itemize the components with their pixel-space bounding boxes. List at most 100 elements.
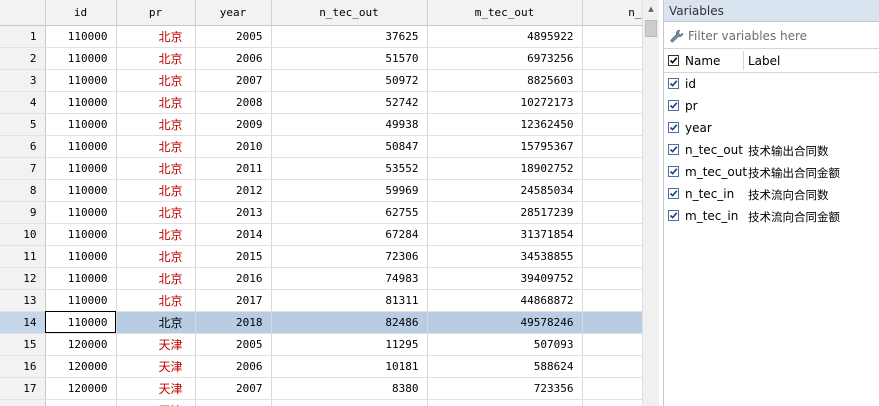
cell-id[interactable]: 120000 bbox=[45, 333, 117, 356]
column-header-n-tec-in-partial[interactable]: n_ bbox=[582, 0, 642, 26]
cell-n-tec-in[interactable] bbox=[582, 69, 642, 92]
vertical-scrollbar[interactable]: ▲ bbox=[642, 0, 659, 406]
row-number[interactable] bbox=[0, 399, 46, 406]
cell-id[interactable]: 110000 bbox=[45, 267, 117, 290]
cell-n-tec-out[interactable]: 52742 bbox=[271, 91, 428, 114]
cell-pr[interactable]: 北京 bbox=[116, 223, 196, 246]
row-number[interactable]: 10 bbox=[0, 223, 46, 246]
cell-id[interactable] bbox=[45, 399, 117, 406]
label-column-header[interactable]: Label bbox=[748, 54, 780, 68]
cell-year[interactable]: 2008 bbox=[195, 91, 272, 114]
cell-pr[interactable]: 北京 bbox=[116, 25, 196, 48]
cell-pr[interactable]: 北京 bbox=[116, 69, 196, 92]
row-number[interactable]: 17 bbox=[0, 377, 46, 400]
cell-id[interactable]: 110000 bbox=[45, 201, 117, 224]
cell-n-tec-in[interactable] bbox=[582, 201, 642, 224]
cell-m-tec-out[interactable]: 49578246 bbox=[427, 311, 583, 334]
cell-pr[interactable]: 北京 bbox=[116, 201, 196, 224]
cell-year[interactable]: 2005 bbox=[195, 333, 272, 356]
cell-n-tec-in[interactable] bbox=[582, 377, 642, 400]
table-row[interactable]: 15 120000 天津 2005 11295 507093 bbox=[0, 333, 642, 356]
column-header-id[interactable]: id bbox=[45, 0, 117, 26]
cell-m-tec-out[interactable]: 39409752 bbox=[427, 267, 583, 290]
row-number[interactable]: 4 bbox=[0, 91, 46, 114]
cell-n-tec-in[interactable] bbox=[582, 245, 642, 268]
row-number[interactable]: 5 bbox=[0, 113, 46, 136]
cell-m-tec-out[interactable]: 31371854 bbox=[427, 223, 583, 246]
cell-pr[interactable]: 北京 bbox=[116, 157, 196, 180]
cell-n-tec-in[interactable] bbox=[582, 399, 642, 406]
table-row[interactable]: 14 110000 北京 2018 82486 49578246 bbox=[0, 311, 642, 334]
cell-m-tec-out[interactable]: 10272173 bbox=[427, 91, 583, 114]
cell-id[interactable]: 110000 bbox=[45, 135, 117, 158]
column-header-n-tec-out[interactable]: n_tec_out bbox=[271, 0, 428, 26]
cell-pr[interactable]: 天津 bbox=[116, 399, 196, 406]
row-number[interactable]: 14 bbox=[0, 311, 46, 334]
cell-id[interactable]: 110000 bbox=[45, 69, 117, 92]
table-row[interactable]: 16 120000 天津 2006 10181 588624 bbox=[0, 355, 642, 378]
cell-id[interactable]: 110000 bbox=[45, 47, 117, 70]
row-number[interactable]: 15 bbox=[0, 333, 46, 356]
row-number[interactable]: 12 bbox=[0, 267, 46, 290]
cell-n-tec-out[interactable]: 72306 bbox=[271, 245, 428, 268]
cell-year[interactable]: 2012 bbox=[195, 179, 272, 202]
cell-pr[interactable]: 北京 bbox=[116, 135, 196, 158]
wrench-icon[interactable] bbox=[670, 28, 684, 43]
cell-n-tec-in[interactable] bbox=[582, 47, 642, 70]
cell-n-tec-out[interactable]: 10181 bbox=[271, 355, 428, 378]
cell-year[interactable]: 2018 bbox=[195, 311, 272, 334]
table-row[interactable]: 5 110000 北京 2009 49938 12362450 bbox=[0, 113, 642, 136]
cell-id[interactable]: 120000 bbox=[45, 355, 117, 378]
table-row[interactable]: 9 110000 北京 2013 62755 28517239 bbox=[0, 201, 642, 224]
cell-n-tec-in[interactable] bbox=[582, 25, 642, 48]
scrollbar-thumb[interactable] bbox=[645, 20, 657, 37]
variable-row[interactable]: pr bbox=[664, 95, 879, 117]
cell-year[interactable]: 2017 bbox=[195, 289, 272, 312]
table-row[interactable]: 11 110000 北京 2015 72306 34538855 bbox=[0, 245, 642, 268]
cell-id[interactable]: 120000 bbox=[45, 377, 117, 400]
table-row[interactable]: 7 110000 北京 2011 53552 18902752 bbox=[0, 157, 642, 180]
row-number[interactable]: 13 bbox=[0, 289, 46, 312]
cell-m-tec-out[interactable]: 24585034 bbox=[427, 179, 583, 202]
table-row[interactable]: 12 110000 北京 2016 74983 39409752 bbox=[0, 267, 642, 290]
cell-n-tec-in[interactable] bbox=[582, 333, 642, 356]
row-number[interactable]: 7 bbox=[0, 157, 46, 180]
cell-n-tec-out[interactable]: 74983 bbox=[271, 267, 428, 290]
cell-n-tec-out[interactable]: 81311 bbox=[271, 289, 428, 312]
cell-pr[interactable]: 北京 bbox=[116, 91, 196, 114]
variable-row[interactable]: n_tec_in 技术流向合同数 bbox=[664, 183, 879, 205]
cell-n-tec-out[interactable]: 82486 bbox=[271, 311, 428, 334]
cell-n-tec-out[interactable]: 50972 bbox=[271, 69, 428, 92]
cell-m-tec-out[interactable] bbox=[427, 399, 583, 406]
cell-n-tec-out[interactable]: 67284 bbox=[271, 223, 428, 246]
cell-pr[interactable]: 北京 bbox=[116, 311, 196, 334]
row-number[interactable]: 9 bbox=[0, 201, 46, 224]
variable-row[interactable]: n_tec_out 技术输出合同数 bbox=[664, 139, 879, 161]
cell-n-tec-in[interactable] bbox=[582, 289, 642, 312]
row-number[interactable]: 8 bbox=[0, 179, 46, 202]
cell-n-tec-in[interactable] bbox=[582, 179, 642, 202]
cell-year[interactable]: 2013 bbox=[195, 201, 272, 224]
cell-year[interactable]: 2011 bbox=[195, 157, 272, 180]
row-number[interactable]: 1 bbox=[0, 25, 46, 48]
column-header-m-tec-out[interactable]: m_tec_out bbox=[427, 0, 583, 26]
cell-m-tec-out[interactable]: 507093 bbox=[427, 333, 583, 356]
table-row[interactable]: 1 110000 北京 2005 37625 4895922 bbox=[0, 25, 642, 48]
cell-m-tec-out[interactable]: 723356 bbox=[427, 377, 583, 400]
column-divider[interactable] bbox=[743, 51, 744, 70]
table-row[interactable]: 10 110000 北京 2014 67284 31371854 bbox=[0, 223, 642, 246]
cell-n-tec-out[interactable]: 49938 bbox=[271, 113, 428, 136]
cell-n-tec-out[interactable]: 59969 bbox=[271, 179, 428, 202]
cell-n-tec-in[interactable] bbox=[582, 91, 642, 114]
cell-id[interactable]: 110000 bbox=[45, 157, 117, 180]
name-column-header[interactable]: Name bbox=[685, 54, 720, 68]
cell-pr[interactable]: 北京 bbox=[116, 289, 196, 312]
cell-year[interactable]: 2007 bbox=[195, 69, 272, 92]
cell-n-tec-out[interactable]: 8380 bbox=[271, 377, 428, 400]
table-row[interactable]: 4 110000 北京 2008 52742 10272173 bbox=[0, 91, 642, 114]
cell-pr[interactable]: 天津 bbox=[116, 333, 196, 356]
cell-n-tec-in[interactable] bbox=[582, 157, 642, 180]
cell-id[interactable]: 110000 bbox=[45, 91, 117, 114]
cell-m-tec-out[interactable]: 15795367 bbox=[427, 135, 583, 158]
cell-pr[interactable]: 天津 bbox=[116, 377, 196, 400]
